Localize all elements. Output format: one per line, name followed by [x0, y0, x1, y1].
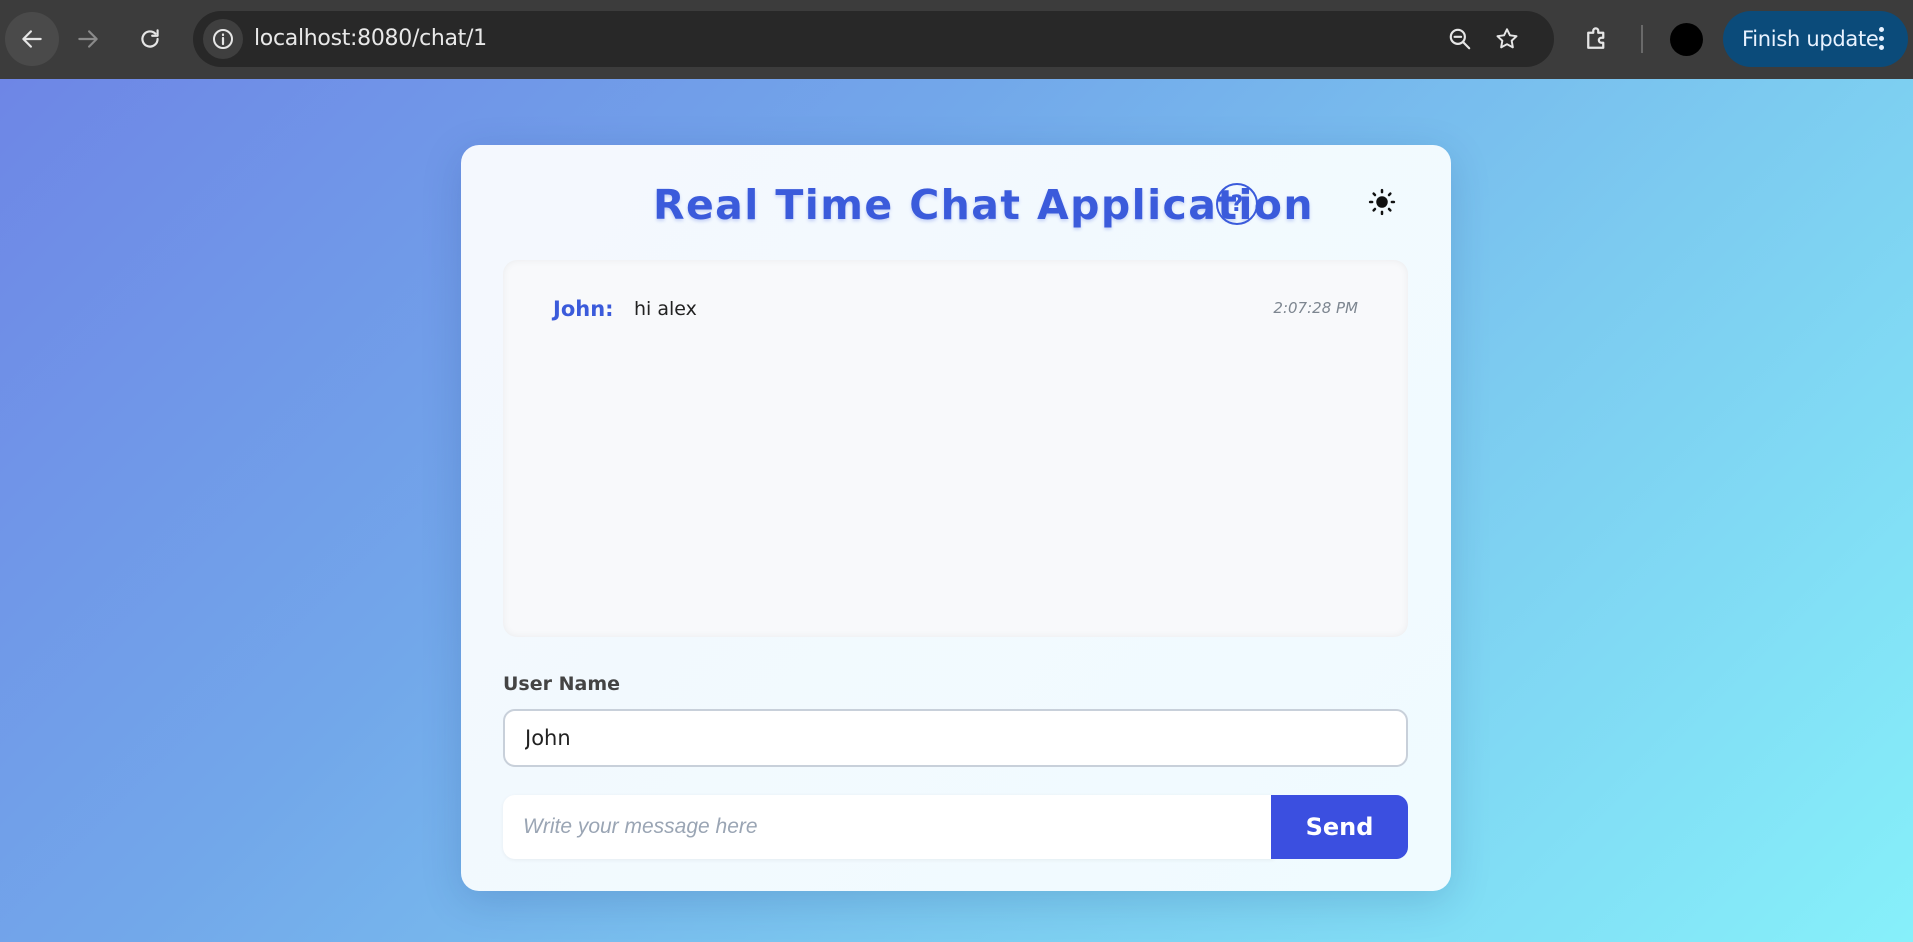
site-info-button[interactable] — [203, 19, 243, 59]
extensions-button[interactable] — [1582, 24, 1612, 54]
page-title: Real Time Chat Application — [653, 181, 1314, 229]
send-button[interactable]: Send — [1271, 795, 1408, 859]
finish-update-label: Finish update — [1742, 27, 1879, 51]
info-icon — [213, 29, 233, 49]
browser-toolbar: localhost:8080/chat/1 Finish update — [0, 0, 1913, 79]
back-button[interactable] — [5, 12, 59, 66]
zoom-button[interactable] — [1446, 25, 1474, 53]
arrow-left-icon — [22, 30, 42, 48]
url-text: localhost:8080/chat/1 — [254, 26, 487, 51]
page-background: Real Time Chat Application ? John: hi al… — [0, 79, 1913, 942]
chat-card: Real Time Chat Application ? John: hi al… — [461, 145, 1451, 891]
puzzle-icon — [1587, 27, 1605, 49]
message-text: hi alex — [634, 298, 697, 320]
address-bar[interactable]: localhost:8080/chat/1 — [193, 11, 1554, 67]
sun-icon — [1368, 188, 1396, 216]
reload-button[interactable] — [123, 12, 177, 66]
message-item: John: hi alex 2:07:28 PM — [503, 260, 1408, 340]
message-input[interactable] — [503, 795, 1274, 859]
reload-icon — [141, 29, 159, 48]
message-timestamp: 2:07:28 PM — [1273, 299, 1358, 317]
profile-avatar[interactable] — [1670, 23, 1703, 56]
star-icon — [1496, 28, 1518, 49]
username-input[interactable] — [503, 709, 1408, 767]
bookmark-button[interactable] — [1493, 25, 1521, 53]
toolbar-divider — [1641, 25, 1643, 53]
kebab-menu-icon — [1877, 27, 1885, 51]
forward-button[interactable] — [61, 12, 115, 66]
zoom-out-icon — [1449, 28, 1471, 50]
message-list[interactable]: John: hi alex 2:07:28 PM — [503, 260, 1408, 637]
username-label: User Name — [503, 673, 621, 695]
arrow-right-icon — [78, 30, 98, 48]
theme-toggle-button[interactable] — [1367, 187, 1397, 217]
finish-update-button[interactable]: Finish update — [1723, 11, 1908, 67]
message-sender: John: — [553, 297, 614, 321]
help-button[interactable]: ? — [1216, 183, 1258, 225]
